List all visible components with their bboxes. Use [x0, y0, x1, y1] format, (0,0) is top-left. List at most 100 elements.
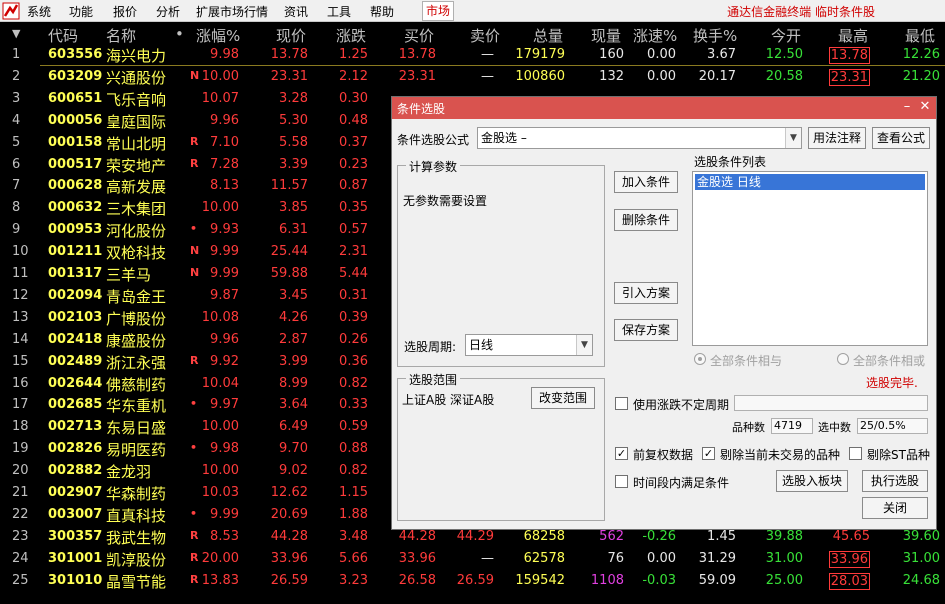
cell-low: 21.20: [902, 68, 940, 84]
dialog-title-bar[interactable]: 条件选股 – ✕: [392, 97, 936, 119]
add-condition-button[interactable]: 加入条件: [614, 171, 678, 193]
col-header-change[interactable]: 涨跌: [336, 25, 366, 46]
view-formula-button[interactable]: 查看公式: [872, 127, 930, 149]
formula-select[interactable]: 金股选 – ▼: [477, 127, 802, 149]
col-header-ask[interactable]: 卖价: [470, 25, 500, 46]
cell-pct: 7.28: [210, 156, 239, 172]
col-header-flag[interactable]: •: [175, 25, 184, 43]
col-header-name[interactable]: 名称: [106, 25, 136, 46]
table-row[interactable]: 1 603556 海兴电力 9.98 13.78 1.25 13.78 — 179179 160 0…: [0, 45, 945, 67]
time-period-checkbox[interactable]: [615, 475, 628, 488]
cell-chg: 0.30: [339, 90, 368, 106]
exclude-st-checkbox[interactable]: [849, 447, 862, 460]
cell-turn: 1.45: [707, 528, 736, 544]
cell-pct: 10.08: [201, 309, 239, 325]
use-uncertain-period-checkbox[interactable]: [615, 397, 628, 410]
menu-news[interactable]: 资讯: [284, 3, 308, 20]
delete-condition-button[interactable]: 删除条件: [614, 209, 678, 231]
cell-ask: —: [481, 550, 494, 566]
table-row[interactable]: 2 603209 兴通股份 N 10.00 23.31 2.12 23.31 — 100860 13…: [0, 67, 945, 89]
col-header-current-volume[interactable]: 现量: [591, 25, 621, 46]
close-icon[interactable]: ✕: [918, 99, 932, 114]
menu-system[interactable]: 系统: [27, 3, 51, 20]
menu-function[interactable]: 功能: [69, 3, 93, 20]
table-row[interactable]: 25 301010 晶雪节能 R 13.83 26.59 3.23 26.58 26.59 159…: [0, 571, 945, 593]
cell-high: 33.96: [828, 550, 870, 568]
row-index: 21: [12, 485, 29, 500]
change-range-button[interactable]: 改变范围: [531, 387, 595, 409]
count-value: 4719: [771, 418, 813, 434]
stock-flag: R: [190, 134, 199, 148]
stock-name: 飞乐音响: [106, 90, 167, 109]
row-index: 11: [12, 266, 29, 281]
cell-vol: 100860: [515, 68, 565, 84]
condition-list[interactable]: 金股选 日线: [692, 171, 928, 346]
stock-code: 000056: [48, 112, 103, 128]
cell-pct: 9.87: [210, 287, 239, 303]
col-header-volume[interactable]: 总量: [533, 25, 563, 46]
cell-price: 12.62: [270, 485, 308, 500]
menu-analysis[interactable]: 分析: [156, 3, 180, 20]
cell-chg: 2.12: [339, 68, 368, 84]
table-row[interactable]: 24 301001 凯淳股份 R 20.00 33.96 5.66 33.96 — 62578 76…: [0, 549, 945, 571]
row-index: 14: [12, 331, 29, 347]
col-header-high[interactable]: 最高: [838, 25, 868, 46]
col-header-price[interactable]: 现价: [276, 25, 306, 46]
radio-all-and[interactable]: [694, 353, 706, 365]
cell-pct: 13.83: [201, 572, 239, 588]
exclude-untraded-label: 剔除当前未交易的品种: [720, 448, 841, 462]
to-block-button[interactable]: 选股入板块: [776, 470, 848, 492]
exclude-untraded-checkbox[interactable]: ✓: [702, 447, 715, 460]
col-header-speed[interactable]: 涨速%: [633, 25, 677, 46]
col-header-pct[interactable]: 涨幅%: [196, 25, 240, 46]
chevron-down-icon: ▼: [576, 335, 592, 355]
row-index: 3: [12, 90, 21, 106]
cell-price: 3.99: [279, 353, 308, 369]
usage-notes-button[interactable]: 用法注释: [808, 127, 866, 149]
minimize-icon[interactable]: –: [900, 99, 914, 114]
market-tab[interactable]: 市场: [422, 1, 454, 21]
period-select[interactable]: 日线 ▼: [465, 334, 593, 356]
stock-name: 金龙羽: [106, 463, 152, 482]
col-header-low[interactable]: 最低: [905, 25, 935, 46]
stock-flag: •: [190, 506, 198, 520]
sort-menu-icon[interactable]: ▼: [12, 27, 20, 40]
stock-code: 000632: [48, 200, 103, 216]
row-index: 13: [12, 309, 29, 325]
execute-selection-button[interactable]: 执行选股: [862, 470, 928, 492]
condition-list-item[interactable]: 金股选 日线: [695, 174, 925, 190]
uncertain-period-field[interactable]: [734, 395, 928, 411]
forward-adjust-checkbox[interactable]: ✓: [615, 447, 628, 460]
stock-code: 301001: [48, 550, 103, 566]
stock-code: 003007: [48, 506, 103, 522]
menu-extended-market[interactable]: 扩展市场行情: [196, 3, 268, 20]
row-index: 23: [12, 528, 29, 544]
app-logo-icon: [2, 2, 20, 20]
row-index: 6: [12, 156, 21, 172]
period-label: 选股周期:: [404, 340, 457, 354]
cell-vol: 68258: [523, 528, 565, 544]
cell-price: 9.02: [279, 463, 308, 479]
condition-selection-dialog: 条件选股 – ✕ 条件选股公式 金股选 – ▼ 用法注释 查看公式 计算参数 无…: [391, 96, 937, 530]
save-plan-button[interactable]: 保存方案: [614, 319, 678, 341]
radio-all-or[interactable]: [837, 353, 849, 365]
col-header-open[interactable]: 今开: [771, 25, 801, 46]
stock-code: 603209: [48, 68, 103, 84]
stock-code: 002685: [48, 397, 103, 413]
menu-quote[interactable]: 报价: [113, 3, 137, 20]
cell-chg: 0.57: [339, 222, 368, 238]
table-row[interactable]: 23 300357 我武生物 R 8.53 44.28 3.48 44.28 44.29 6825…: [0, 527, 945, 549]
col-header-code[interactable]: 代码: [48, 25, 78, 46]
cell-price: 25.44: [270, 244, 308, 260]
close-button[interactable]: 关闭: [862, 497, 928, 519]
col-header-bid[interactable]: 买价: [404, 25, 434, 46]
stock-code: 000158: [48, 134, 103, 150]
cell-price: 2.87: [279, 331, 308, 347]
menu-tools[interactable]: 工具: [327, 3, 351, 20]
stock-code: 001211: [48, 244, 103, 260]
col-header-turnover[interactable]: 换手%: [693, 25, 737, 46]
cell-pct: 20.00: [201, 550, 239, 566]
cell-price: 13.78: [270, 47, 308, 62]
menu-help[interactable]: 帮助: [370, 3, 394, 20]
import-plan-button[interactable]: 引入方案: [614, 282, 678, 304]
